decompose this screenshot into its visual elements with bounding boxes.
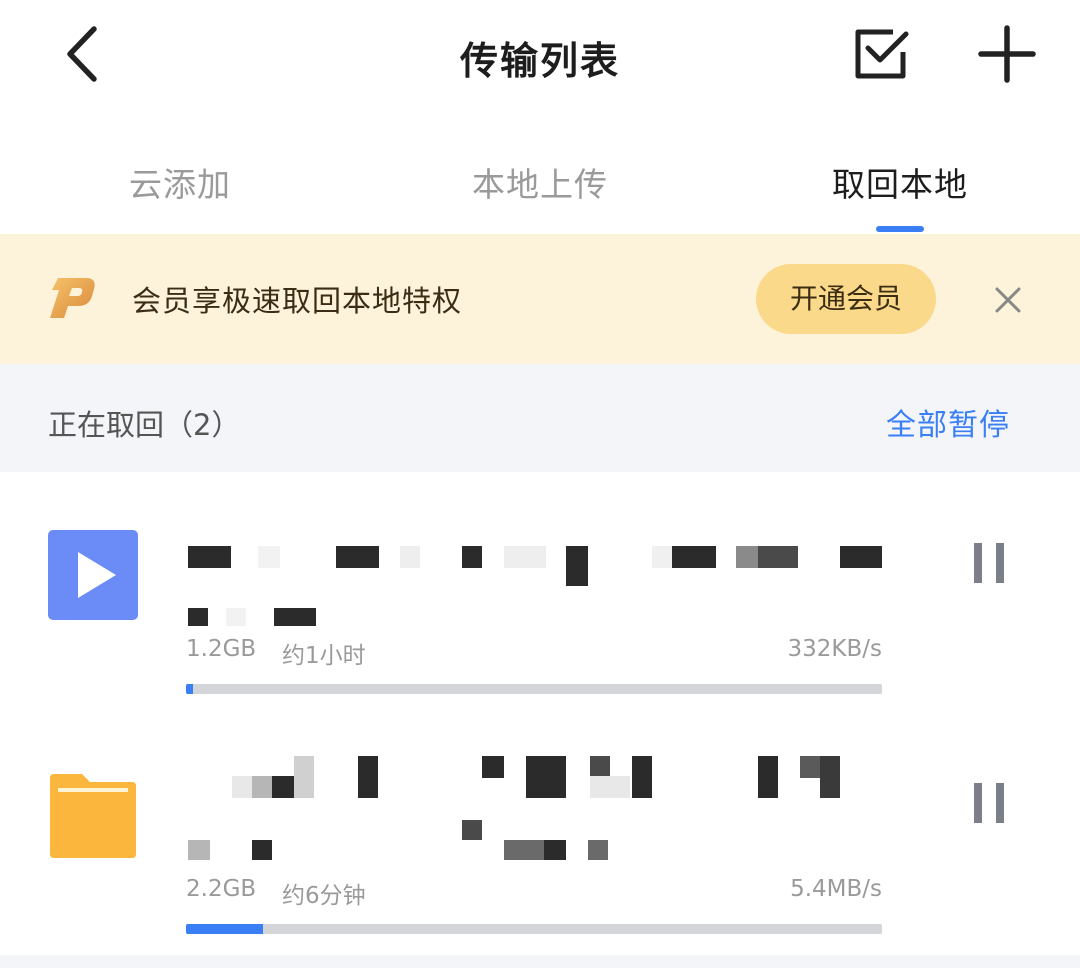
- select-button[interactable]: [848, 22, 916, 86]
- time-remaining: 约6分钟: [282, 883, 366, 909]
- plus-icon: [978, 25, 1036, 83]
- add-button[interactable]: [972, 22, 1042, 86]
- filename-pixelated: [186, 546, 886, 586]
- vip-promo-banner: 会员享极速取回本地特权 开通会员: [0, 234, 1080, 364]
- transfer-speed: 5.4MB/s: [790, 876, 882, 902]
- tab-retrieve-local[interactable]: 取回本地: [800, 158, 1000, 206]
- pause-button[interactable]: [968, 536, 1012, 590]
- filename-pixelated: [186, 756, 886, 798]
- progress-bar: [186, 684, 882, 694]
- progress-bar: [186, 924, 882, 934]
- tab-cloud-add[interactable]: 云添加: [80, 158, 280, 206]
- top-bar: 传输列表: [0, 0, 1080, 110]
- tab-local-upload[interactable]: 本地上传: [440, 158, 640, 206]
- close-icon: [995, 287, 1021, 313]
- time-remaining: 约1小时: [282, 643, 366, 669]
- page-title: 传输列表: [459, 39, 620, 83]
- video-file-icon: [48, 530, 138, 620]
- premium-p-logo: [50, 278, 95, 318]
- filename-pixelated-line2: [186, 608, 386, 630]
- pause-button[interactable]: [968, 776, 1012, 830]
- transfer-item[interactable]: 2.2GB 约6分钟 5.4MB/s: [0, 740, 1080, 968]
- section-title: 正在取回（2）: [48, 408, 241, 442]
- retrieving-section-header: 正在取回（2） 全部暂停: [0, 364, 1080, 472]
- promo-text: 会员享极速取回本地特权: [132, 284, 463, 318]
- file-size: 2.2GB: [186, 876, 257, 902]
- close-promo-button[interactable]: [986, 278, 1030, 322]
- filename-pixelated-line2: [186, 820, 786, 860]
- pause-all-button[interactable]: 全部暂停: [886, 400, 1010, 444]
- tab-bar: 云添加 本地上传 取回本地: [0, 140, 1080, 232]
- transfer-item[interactable]: 1.2GB 约1小时 332KB/s: [0, 500, 1080, 740]
- progress-fill: [186, 684, 193, 694]
- list-bottom-divider: [0, 955, 1080, 968]
- checkbox-icon: [855, 29, 909, 79]
- transfer-speed: 332KB/s: [787, 636, 883, 662]
- file-size: 1.2GB: [186, 636, 257, 662]
- active-tab-indicator: [876, 226, 924, 232]
- pause-icon: [974, 543, 1004, 583]
- progress-fill: [186, 924, 263, 934]
- pause-icon: [974, 783, 1004, 823]
- folder-icon: [50, 774, 136, 858]
- activate-vip-button[interactable]: 开通会员: [756, 264, 936, 334]
